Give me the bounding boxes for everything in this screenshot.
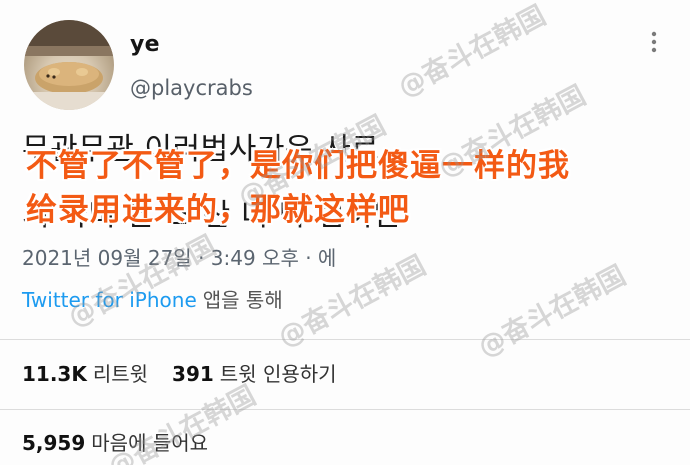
source-app-link[interactable]: Twitter for iPhone xyxy=(22,288,197,312)
retweets-stat[interactable]: 11.3K 리트윗 xyxy=(22,362,148,386)
bread-loaf-icon xyxy=(24,20,114,110)
caption-overlay-line-1: 不管了不管了，是你们把傻逼一样的我 xyxy=(26,148,570,184)
quotes-label: 트윗 인용하기 xyxy=(219,362,337,386)
engagement-stats: 11.3K 리트윗 391 트윗 인용하기 xyxy=(22,358,337,387)
more-options-icon[interactable] xyxy=(648,30,660,54)
tweet-screenshot: ye @playcrabs 무관무관 이러법사가은 사르 서 다비 안 소 산 … xyxy=(0,0,690,465)
quotes-count: 391 xyxy=(172,362,214,386)
likes-label: 마음에 들어요 xyxy=(91,431,209,455)
likes-count: 5,959 xyxy=(22,431,86,455)
source-suffix: 앱을 통해 xyxy=(202,288,283,312)
user-handle[interactable]: @playcrabs xyxy=(130,76,253,100)
watermark: @奋斗在韩国 xyxy=(393,0,551,104)
retweets-label: 리트윗 xyxy=(92,362,149,386)
avatar[interactable] xyxy=(24,20,114,110)
tweet-source: Twitter for iPhone 앱을 통해 xyxy=(22,284,283,313)
watermark: @奋斗在韩国 xyxy=(63,230,221,334)
divider xyxy=(0,339,690,340)
divider xyxy=(0,409,690,410)
caption-overlay-line-2: 给录用进来的，那就这样吧 xyxy=(26,192,410,228)
retweets-count: 11.3K xyxy=(22,362,87,386)
display-name[interactable]: ye xyxy=(130,32,160,57)
likes-stat[interactable]: 5,959 마음에 들어요 xyxy=(22,427,208,456)
tweet-timestamp[interactable]: 2021년 09월 27일 · 3:49 오후 · 에 xyxy=(22,242,336,271)
quotes-stat[interactable]: 391 트윗 인용하기 xyxy=(172,362,337,386)
watermark: @奋斗在韩国 xyxy=(473,260,631,364)
